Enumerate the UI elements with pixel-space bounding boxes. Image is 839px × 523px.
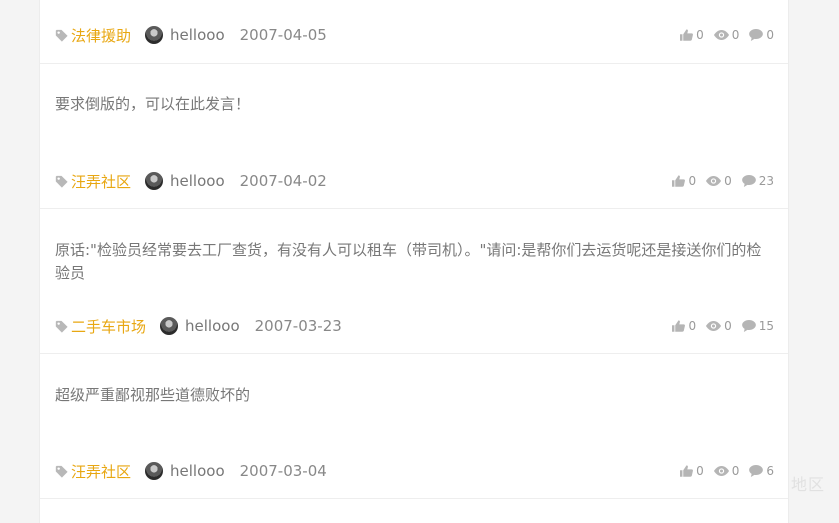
comment-stat[interactable]: 6 [749,464,774,478]
thumbs-up-icon [680,465,694,477]
post-meta: 法律援助 hellooo 2007-04-05 0 0 0 [55,24,774,46]
category-link[interactable]: 法律援助 [71,25,131,46]
category-link[interactable]: 汪弄社区 [71,461,131,482]
avatar[interactable] [145,26,164,44]
post-meta: 汪弄社区 hellooo 2007-03-04 0 0 6 [55,460,774,482]
comment-icon [741,175,756,187]
tag-icon [55,465,68,478]
category-link[interactable]: 二手车市场 [71,316,146,337]
author-link[interactable]: hellooo [170,26,225,44]
eye-icon [713,466,729,476]
avatar[interactable] [160,317,179,335]
comment-icon [741,320,756,332]
view-stat: 0 [713,28,740,42]
view-count: 0 [731,464,740,478]
like-count: 0 [696,464,704,478]
post-stats: 0 0 23 [662,174,774,188]
eye-icon [706,176,722,186]
post-date: 2007-03-04 [239,462,327,480]
tag-icon [55,29,68,42]
view-stat: 0 [706,319,732,333]
comment-count: 15 [758,319,774,333]
category-link[interactable]: 汪弄社区 [71,171,131,192]
page: 法律援助 hellooo 2007-04-05 0 0 0 要求倒版的，可以在此… [0,0,839,523]
thumbs-up-icon [672,175,686,187]
divider [40,353,788,354]
post-date: 2007-03-23 [254,317,342,335]
view-count: 0 [731,28,740,42]
eye-icon [713,30,729,40]
view-count: 0 [724,174,732,188]
post-excerpt[interactable]: 超级严重鄙视那些道德败坏的 [55,384,775,407]
post-stats: 0 0 6 [670,464,774,478]
comment-count: 6 [766,464,774,478]
post-excerpt[interactable]: 原话:"检验员经常要去工厂查货，有没有人可以租车（带司机）。"请问:是帮你们去运… [55,239,775,285]
thumbs-up-icon [680,29,694,41]
post-list-card: 法律援助 hellooo 2007-04-05 0 0 0 要求倒版的，可以在此… [39,0,789,523]
comment-icon [749,29,764,41]
comment-stat[interactable]: 23 [741,174,774,188]
post-date: 2007-04-02 [239,172,327,190]
comment-count: 23 [758,174,774,188]
like-stat[interactable]: 0 [672,319,696,333]
like-stat[interactable]: 0 [672,174,696,188]
post-date: 2007-04-05 [239,26,327,44]
author-link[interactable]: hellooo [185,317,240,335]
like-stat[interactable]: 0 [680,28,704,42]
view-stat: 0 [713,464,740,478]
tag-icon [55,320,68,333]
divider [40,63,788,64]
author-link[interactable]: hellooo [170,462,225,480]
like-count: 0 [688,174,697,188]
post-stats: 0 0 15 [662,319,774,333]
view-count: 0 [724,319,732,333]
like-count: 0 [688,319,697,333]
post-meta: 汪弄社区 hellooo 2007-04-02 0 0 23 [55,170,774,192]
avatar[interactable] [145,462,164,480]
like-stat[interactable]: 0 [680,464,704,478]
post-meta: 二手车市场 hellooo 2007-03-23 0 0 15 [55,315,774,337]
avatar[interactable] [145,172,164,190]
post-stats: 0 0 0 [670,28,774,42]
eye-icon [706,321,722,331]
comment-icon [749,465,764,477]
like-count: 0 [696,28,704,42]
post-excerpt[interactable]: 要求倒版的，可以在此发言！ [55,93,775,116]
watermark: 地区 [790,475,825,494]
comment-count: 0 [766,28,774,42]
comment-stat[interactable]: 15 [741,319,774,333]
divider [40,498,788,499]
tag-icon [55,175,68,188]
comment-stat[interactable]: 0 [749,28,774,42]
author-link[interactable]: hellooo [170,172,225,190]
view-stat: 0 [706,174,732,188]
thumbs-up-icon [672,320,686,332]
divider [40,208,788,209]
